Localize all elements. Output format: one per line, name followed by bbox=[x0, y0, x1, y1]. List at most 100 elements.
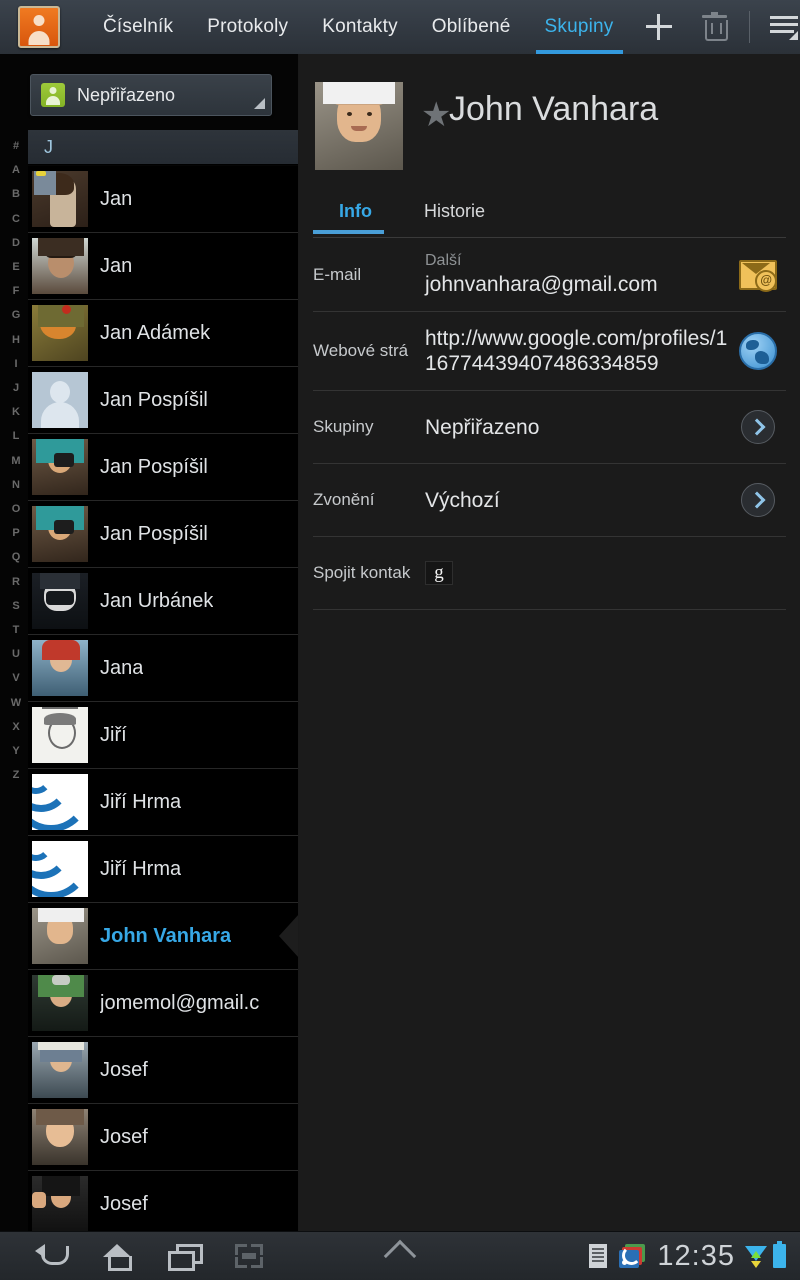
alpha-index-item[interactable]: Y bbox=[12, 739, 19, 763]
field-value: Výchozí bbox=[425, 488, 730, 513]
alpha-index-item[interactable]: J bbox=[13, 376, 19, 400]
plus-icon bbox=[646, 14, 672, 40]
avatar bbox=[32, 171, 88, 227]
google-badge-icon[interactable]: g bbox=[425, 561, 453, 585]
action-bar-divider bbox=[749, 11, 750, 43]
list-item[interactable]: Jiří Hrma bbox=[28, 769, 298, 836]
contact-name: Jiří Hrma bbox=[100, 858, 181, 881]
alpha-index-item[interactable]: K bbox=[12, 400, 20, 424]
contact-detail-panel: ★ John Vanhara Info Historie E-mail Dalš… bbox=[299, 54, 800, 1232]
alpha-index-item[interactable]: P bbox=[12, 521, 19, 545]
list-item[interactable]: Jan bbox=[28, 166, 298, 233]
tab-skupiny[interactable]: Skupiny bbox=[528, 0, 631, 54]
list-item[interactable]: Jiří Hrma bbox=[28, 836, 298, 903]
avatar bbox=[32, 1109, 88, 1165]
field-values: http://www.google.com/profiles/116774439… bbox=[425, 326, 730, 376]
recent-apps-icon bbox=[168, 1244, 198, 1268]
alpha-index-item[interactable]: G bbox=[12, 303, 21, 327]
trash-icon bbox=[705, 15, 724, 39]
list-item[interactable]: Jan Urbánek bbox=[28, 568, 298, 635]
detail-avatar[interactable] bbox=[315, 82, 403, 170]
contact-name: Jiří Hrma bbox=[100, 791, 181, 814]
alpha-index-item[interactable]: H bbox=[12, 328, 20, 352]
avatar bbox=[32, 573, 88, 629]
list-item[interactable]: Jiří bbox=[28, 702, 298, 769]
alpha-index-item[interactable]: S bbox=[12, 594, 19, 618]
alpha-index-item[interactable]: L bbox=[13, 424, 20, 448]
overflow-menu-button[interactable] bbox=[756, 0, 800, 54]
list-item[interactable]: Josef bbox=[28, 1171, 298, 1232]
alpha-index-item[interactable]: W bbox=[11, 691, 21, 715]
home-button[interactable] bbox=[84, 1232, 150, 1280]
status-tray[interactable]: 12:35 bbox=[589, 1240, 800, 1273]
field-row-join-contact[interactable]: Spojit kontak g bbox=[313, 537, 786, 610]
tab-kontakty[interactable]: Kontakty bbox=[305, 0, 415, 54]
field-label: E-mail bbox=[313, 265, 425, 285]
contact-name: Josef bbox=[100, 1126, 148, 1149]
alpha-index-item[interactable]: B bbox=[12, 182, 20, 206]
alpha-index-item[interactable]: # bbox=[13, 134, 19, 158]
delete-button[interactable] bbox=[687, 0, 743, 54]
avatar bbox=[32, 707, 88, 763]
alpha-index-item[interactable]: M bbox=[11, 449, 20, 473]
tab-historie[interactable]: Historie bbox=[398, 189, 511, 233]
alpha-index-item[interactable]: Q bbox=[12, 545, 21, 569]
contact-name: Jan bbox=[100, 188, 132, 211]
field-label: Webové strá bbox=[313, 341, 425, 361]
list-item[interactable]: Jana bbox=[28, 635, 298, 702]
list-item[interactable]: Josef bbox=[28, 1037, 298, 1104]
section-header-label: J bbox=[44, 137, 53, 158]
tab-info[interactable]: Info bbox=[313, 189, 398, 233]
alpha-index-item[interactable]: X bbox=[12, 715, 19, 739]
back-button[interactable] bbox=[18, 1232, 84, 1280]
alpha-index-item[interactable]: V bbox=[12, 666, 19, 690]
groups-action-button[interactable] bbox=[730, 410, 786, 444]
contact-name: Jan bbox=[100, 255, 132, 278]
list-item[interactable]: Josef bbox=[28, 1104, 298, 1171]
dropdown-caret-icon bbox=[254, 98, 265, 109]
field-row-email[interactable]: E-mail Další johnvanhara@gmail.com @ bbox=[313, 238, 786, 312]
alpha-index-item[interactable]: U bbox=[12, 642, 20, 666]
field-values: Nepřiřazeno bbox=[425, 415, 730, 440]
alpha-index-item[interactable]: D bbox=[12, 231, 20, 255]
expand-status-button[interactable] bbox=[389, 1245, 412, 1268]
field-row-ringtone[interactable]: Zvonění Výchozí bbox=[313, 464, 786, 537]
email-action-button[interactable]: @ bbox=[730, 260, 786, 290]
field-value: Nepřiřazeno bbox=[425, 415, 730, 440]
list-item[interactable]: Jan Adámek bbox=[28, 300, 298, 367]
field-row-groups[interactable]: Skupiny Nepřiřazeno bbox=[313, 391, 786, 464]
alpha-index-item[interactable]: N bbox=[12, 473, 20, 497]
add-contact-button[interactable] bbox=[631, 0, 687, 54]
website-action-button[interactable] bbox=[730, 332, 786, 370]
alpha-index-item[interactable]: O bbox=[12, 497, 21, 521]
list-item[interactable]: Jan Pospíšil bbox=[28, 434, 298, 501]
tab-ciselnik[interactable]: Číselník bbox=[86, 0, 190, 54]
list-item[interactable]: Jan bbox=[28, 233, 298, 300]
list-item[interactable]: Jan Pospíšil bbox=[28, 367, 298, 434]
alpha-index-item[interactable]: I bbox=[14, 352, 17, 376]
alpha-index-item[interactable]: C bbox=[12, 207, 20, 231]
contacts-app-icon[interactable] bbox=[18, 6, 60, 48]
alpha-index-item[interactable]: Z bbox=[13, 763, 20, 787]
list-item-selected[interactable]: John Vanhara bbox=[28, 903, 298, 970]
alpha-index-item[interactable]: F bbox=[13, 279, 20, 303]
alpha-index-item[interactable]: E bbox=[12, 255, 19, 279]
alpha-index-item[interactable]: R bbox=[12, 570, 20, 594]
avatar bbox=[32, 640, 88, 696]
alpha-index-item[interactable]: T bbox=[13, 618, 20, 642]
recents-button[interactable] bbox=[150, 1232, 216, 1280]
alpha-index-item[interactable]: A bbox=[12, 158, 20, 182]
tab-protokoly[interactable]: Protokoly bbox=[190, 0, 305, 54]
detail-tabs: Info Historie bbox=[313, 189, 786, 238]
avatar bbox=[32, 1042, 88, 1098]
field-row-website[interactable]: Webové strá http://www.google.com/profil… bbox=[313, 312, 786, 391]
alphabet-index[interactable]: # A B C D E F G H I J K L M N O P Q R S … bbox=[6, 134, 26, 787]
group-filter-dropdown[interactable]: Nepřiřazeno bbox=[30, 74, 272, 116]
contact-name: Jan Pospíšil bbox=[100, 389, 208, 412]
contact-list[interactable]: J Jan bbox=[28, 130, 298, 1232]
list-item[interactable]: Jan Pospíšil bbox=[28, 501, 298, 568]
tab-oblibene[interactable]: Oblíbené bbox=[415, 0, 528, 54]
screenshot-button[interactable] bbox=[216, 1232, 282, 1280]
list-item[interactable]: jomemol@gmail.c bbox=[28, 970, 298, 1037]
ringtone-action-button[interactable] bbox=[730, 483, 786, 517]
